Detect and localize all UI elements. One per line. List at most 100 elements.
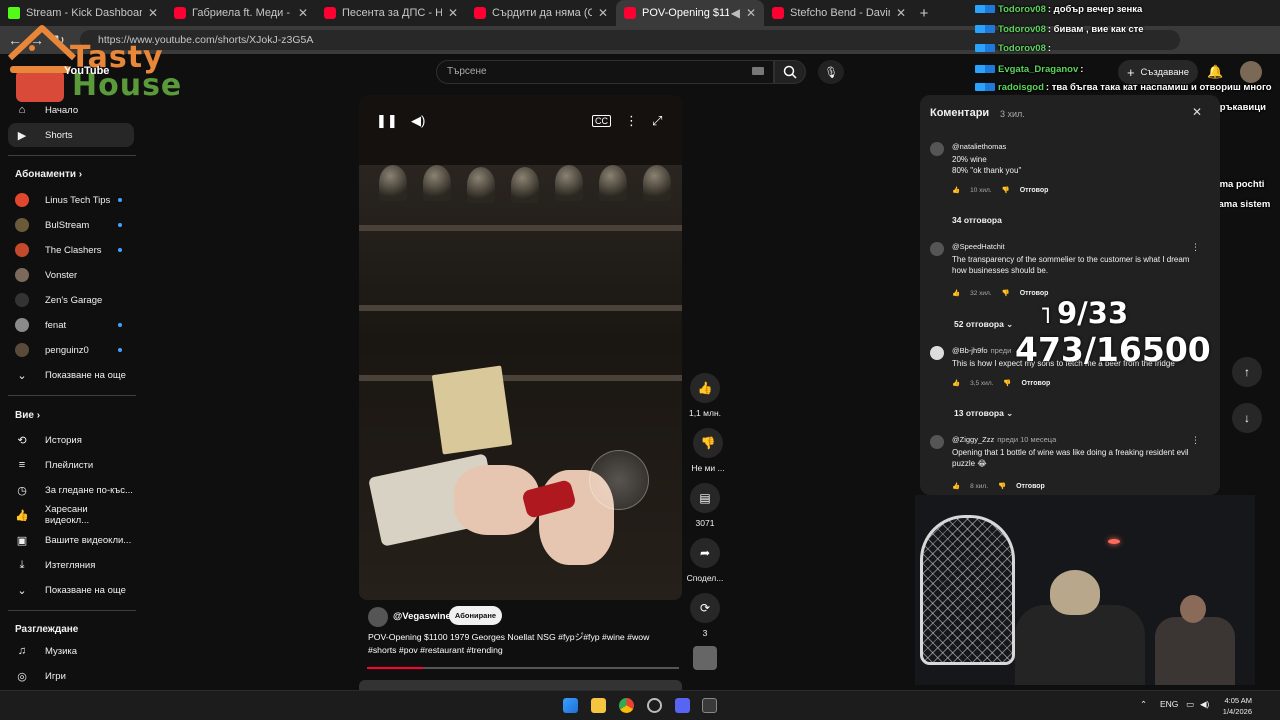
close-tab-icon[interactable]: ✕ bbox=[746, 6, 756, 20]
sidebar-item-subscription[interactable]: The Clashers bbox=[8, 238, 134, 262]
you-header[interactable]: Вие › bbox=[15, 410, 40, 421]
comment-icon[interactable]: ▤ bbox=[690, 483, 720, 513]
browser-tab[interactable]: Сърдити да няма (Offical AI Ar ✕ bbox=[466, 0, 616, 26]
next-video-preview[interactable] bbox=[359, 680, 682, 690]
sidebar-item-subscription[interactable]: fenat bbox=[8, 313, 134, 337]
notifications-bell-icon[interactable]: 🔔 bbox=[1207, 64, 1223, 80]
sidebar-item-your-videos[interactable]: ▣ Вашите видеокли... bbox=[8, 528, 134, 552]
volume-icon[interactable]: ◀) bbox=[1200, 699, 1209, 710]
browser-tab[interactable]: Stefcho Bend - Davinchi Zakon ✕ bbox=[764, 0, 914, 26]
account-avatar[interactable] bbox=[1240, 61, 1262, 83]
sidebar-item-subscription[interactable]: BulStream bbox=[8, 213, 134, 237]
comment-author[interactable]: @nataliethomas bbox=[952, 142, 1006, 151]
sidebar-item-playlists[interactable]: ≡ Плейлисти bbox=[8, 453, 134, 477]
sidebar-item-subscription[interactable]: Zen's Garage bbox=[8, 288, 134, 312]
comments-action[interactable]: ▤ 3071 bbox=[680, 483, 730, 528]
discord-icon[interactable] bbox=[675, 698, 690, 713]
remix-icon[interactable]: ⟳ bbox=[690, 593, 720, 623]
commenter-avatar[interactable] bbox=[930, 346, 944, 360]
thumbs-down-icon[interactable]: 👎 bbox=[998, 482, 1006, 490]
shorts-video-player[interactable]: ❚❚ ◀) CC ⋮ ⤢ bbox=[359, 95, 682, 600]
channel-name[interactable]: @Vegaswine bbox=[393, 611, 451, 622]
close-tab-icon[interactable]: ✕ bbox=[298, 6, 308, 20]
show-more-button[interactable]: ⌄ Показване на още bbox=[8, 578, 134, 602]
share-action[interactable]: ➦ Сподел... bbox=[680, 538, 730, 583]
sidebar-item-downloads[interactable]: ⤓ Изтегляния bbox=[8, 553, 134, 577]
sound-thumbnail[interactable] bbox=[693, 646, 717, 670]
thumbs-up-icon[interactable]: 👍 bbox=[952, 379, 960, 387]
file-explorer-icon[interactable] bbox=[591, 698, 606, 713]
channel-avatar[interactable] bbox=[368, 607, 388, 627]
terminal-icon[interactable] bbox=[702, 698, 717, 713]
like-action[interactable]: 👍 1,1 млн. bbox=[680, 373, 730, 418]
create-button[interactable]: + Създаване bbox=[1118, 60, 1198, 84]
app-icon[interactable] bbox=[647, 698, 662, 713]
reply-button[interactable]: Отговор bbox=[1022, 380, 1051, 387]
sidebar-item-subscription[interactable]: Vonster bbox=[8, 263, 134, 287]
volume-icon[interactable]: ◀) bbox=[411, 113, 425, 129]
pause-icon[interactable]: ❚❚ bbox=[376, 113, 398, 129]
search-input[interactable]: Търсене bbox=[436, 60, 774, 84]
reply-button[interactable]: Отговор bbox=[1020, 187, 1049, 194]
mute-tab-icon[interactable]: ◀ bbox=[731, 6, 740, 20]
tray-chevron-icon[interactable]: ⌃ bbox=[1140, 699, 1147, 710]
more-options-icon[interactable]: ⋮ bbox=[1191, 242, 1200, 253]
commenter-avatar[interactable] bbox=[930, 242, 944, 256]
browser-tab[interactable]: Песента за ДПС - НОВО НАЧА ✕ bbox=[316, 0, 466, 26]
remix-action[interactable]: ⟳ 3 bbox=[680, 593, 730, 638]
close-tab-icon[interactable]: ✕ bbox=[448, 6, 458, 20]
sidebar-item-gaming[interactable]: ◎ Игри bbox=[8, 664, 134, 688]
thumbs-up-icon[interactable]: 👍 bbox=[952, 186, 960, 194]
windows-start-icon[interactable] bbox=[563, 698, 578, 713]
sidebar-item-liked[interactable]: 👍 Харесани видеокл... bbox=[8, 503, 134, 527]
subscriptions-header[interactable]: Абонаменти › bbox=[15, 169, 82, 180]
sidebar-item-shorts[interactable]: ▶ Shorts bbox=[8, 123, 134, 147]
view-replies-button[interactable]: 13 отговора ⌄ bbox=[954, 408, 1013, 419]
thumbs-down-icon[interactable]: 👎 bbox=[1002, 186, 1010, 194]
next-short-button[interactable]: ↓ bbox=[1232, 403, 1262, 433]
fullscreen-icon[interactable]: ⤢ bbox=[652, 113, 662, 129]
thumbs-down-icon[interactable]: 👎 bbox=[1002, 289, 1010, 297]
thumbs-up-icon[interactable]: 👍 bbox=[690, 373, 720, 403]
language-indicator[interactable]: ENG bbox=[1160, 699, 1178, 709]
captions-icon[interactable]: CC bbox=[592, 115, 611, 127]
subscribe-button[interactable]: Абониране bbox=[449, 606, 502, 625]
search-button[interactable] bbox=[774, 60, 806, 84]
new-tab-icon[interactable]: + bbox=[914, 5, 934, 22]
commenter-avatar[interactable] bbox=[930, 435, 944, 449]
youtube-logo[interactable]: YouTube bbox=[64, 65, 109, 77]
thumbs-down-icon[interactable]: 👎 bbox=[693, 428, 723, 458]
sidebar-item-music[interactable]: ♫ Музика bbox=[8, 639, 134, 663]
sidebar-item-watch-later[interactable]: ◷ За гледане по-къс... bbox=[8, 478, 134, 502]
thumbs-up-icon[interactable]: 👍 bbox=[952, 289, 960, 297]
dislike-action[interactable]: 👎 Не ми ... bbox=[683, 428, 733, 473]
commenter-avatar[interactable] bbox=[930, 142, 944, 156]
comment-author[interactable]: @SpeedHatchit bbox=[952, 242, 1005, 251]
reply-button[interactable]: Отговор bbox=[1016, 483, 1045, 490]
browser-tab-active[interactable]: POV-Opening $1100 1979 ◀ ✕ bbox=[616, 0, 764, 26]
chrome-icon[interactable] bbox=[619, 698, 634, 713]
close-tab-icon[interactable]: ✕ bbox=[896, 6, 906, 20]
keyboard-icon[interactable] bbox=[752, 67, 764, 75]
video-progress-bar[interactable] bbox=[367, 667, 679, 669]
more-options-icon[interactable]: ⋮ bbox=[625, 113, 638, 129]
comment-author[interactable]: @Bb-jh9fo преди bbox=[952, 346, 1011, 355]
browser-tab[interactable]: Габриела ft. Меди - Габриела ✕ bbox=[166, 0, 316, 26]
thumbs-down-icon[interactable]: 👎 bbox=[1003, 379, 1011, 387]
comment-author[interactable]: @Ziggy_Zzz преди 10 месеца bbox=[952, 435, 1056, 444]
more-options-icon[interactable]: ⋮ bbox=[1191, 435, 1200, 446]
sidebar-item-subscription[interactable]: Linus Tech Tips bbox=[8, 188, 134, 212]
system-clock[interactable]: 4:05 AM 1/4/2026 bbox=[1223, 695, 1252, 717]
show-more-button[interactable]: ⌄ Показване на още bbox=[8, 363, 134, 387]
share-icon[interactable]: ➦ bbox=[690, 538, 720, 568]
thumbs-up-icon[interactable]: 👍 bbox=[952, 482, 960, 490]
close-tab-icon[interactable]: ✕ bbox=[598, 6, 608, 20]
view-replies-button[interactable]: 34 отговора bbox=[952, 215, 1002, 225]
network-icon[interactable]: ▭ bbox=[1186, 699, 1194, 710]
close-icon[interactable]: ✕ bbox=[1192, 105, 1202, 119]
previous-short-button[interactable]: ↑ bbox=[1232, 357, 1262, 387]
sidebar-item-subscription[interactable]: penguinz0 bbox=[8, 338, 134, 362]
view-replies-button[interactable]: 52 отговора ⌄ bbox=[954, 319, 1013, 330]
voice-search-button[interactable]: 🎙 bbox=[818, 60, 844, 84]
sidebar-item-history[interactable]: ⟲ История bbox=[8, 428, 134, 452]
